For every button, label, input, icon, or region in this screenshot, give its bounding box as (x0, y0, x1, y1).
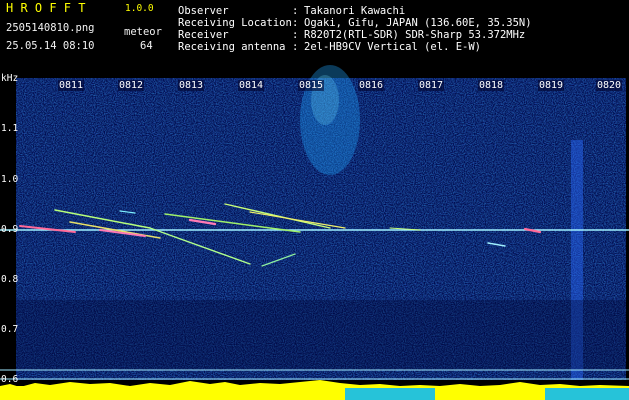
x-tick-label: 0816 (358, 80, 385, 91)
x-tick-label: 0819 (538, 80, 565, 91)
y-axis-unit: kHz (1, 73, 19, 84)
y-tick-label: 0.6 (1, 374, 19, 385)
y-tick-label: 1.1 (1, 123, 19, 134)
y-tick-label: 0.8 (1, 274, 19, 285)
y-tick-label: 1.0 (1, 174, 19, 185)
x-tick-label: 0813 (178, 80, 205, 91)
x-tick-label: 0815 (298, 80, 325, 91)
signal-level-trace (0, 380, 629, 392)
signal-level-dropout (545, 388, 629, 400)
spectrogram (0, 65, 629, 400)
x-tick-label: 0811 (58, 80, 85, 91)
hrofft-window: H R O F F T 1.0.0 2505140810.png 25.05.1… (0, 0, 629, 400)
x-tick-label: 0817 (418, 80, 445, 91)
lower-band (16, 300, 626, 370)
signal-level-dropout (345, 388, 435, 400)
x-tick-label: 0818 (478, 80, 505, 91)
x-tick-label: 0820 (596, 80, 623, 91)
y-tick-label: 0.9 (1, 224, 19, 235)
y-tick-label: 0.7 (1, 324, 19, 335)
x-tick-label: 0812 (118, 80, 145, 91)
x-tick-label: 0814 (238, 80, 265, 91)
